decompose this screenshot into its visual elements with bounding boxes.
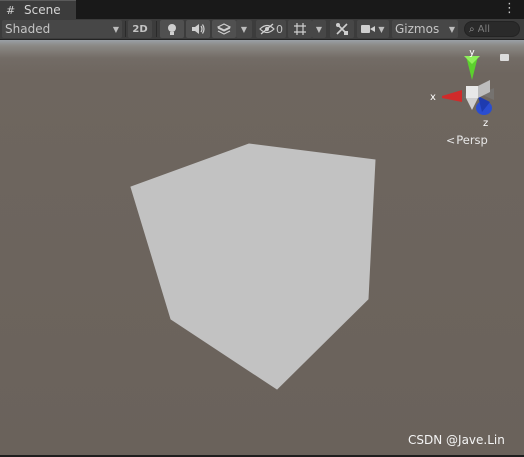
- scene-toolbar: Shaded ▼ 2D ▼ 0 ▼ ▼ Gizmos ▼ ⌕ All: [0, 19, 524, 40]
- gizmo-center-cube[interactable]: [466, 86, 478, 98]
- axis-z-label: z: [483, 118, 488, 129]
- tab-bar: # Scene ⋮: [0, 0, 524, 19]
- audio-toggle-button[interactable]: [186, 20, 210, 38]
- chevron-down-icon: ▼: [315, 24, 323, 34]
- toolbar-divider: [156, 21, 157, 37]
- chevron-down-icon: ▼: [240, 24, 248, 34]
- watermark-text: CSDN @Jave.Lin: [408, 433, 505, 447]
- toggle-2d-button[interactable]: 2D: [128, 20, 152, 38]
- more-options-icon[interactable]: ⋮: [503, 1, 516, 17]
- tools-icon: [336, 23, 348, 35]
- camera-icon: [361, 25, 376, 33]
- effects-dropdown-button[interactable]: ▼: [236, 20, 252, 38]
- chevron-down-icon: ▼: [448, 24, 455, 34]
- effects-toggle-button[interactable]: [212, 20, 236, 38]
- cube-shape: [130, 143, 376, 390]
- search-input[interactable]: [474, 23, 510, 35]
- grid-icon: #: [6, 3, 16, 17]
- light-bulb-icon: [168, 23, 176, 35]
- camera-settings-button[interactable]: ▼: [357, 20, 389, 38]
- chevron-down-icon: ▼: [378, 24, 385, 34]
- gizmos-dropdown[interactable]: Gizmos ▼: [392, 20, 458, 38]
- scene-viewport[interactable]: y x z <Persp CSDN @Jave.Lin: [0, 40, 524, 457]
- lock-icon[interactable]: [500, 54, 509, 61]
- gizmos-label: Gizmos: [395, 22, 440, 36]
- draw-mode-label: Shaded: [5, 22, 51, 36]
- scene-window: # Scene ⋮ Shaded ▼ 2D ▼ 0 ▼ ▼ Gizmos ▼ ⌕…: [0, 0, 524, 457]
- chevron-down-icon: ▼: [112, 24, 119, 34]
- speaker-icon: [192, 24, 205, 34]
- component-tools-button[interactable]: [330, 20, 354, 38]
- orientation-gizmo[interactable]: y x z: [420, 50, 520, 130]
- grid-toggle-button[interactable]: [288, 20, 312, 38]
- lighting-toggle-button[interactable]: [160, 20, 184, 38]
- effects-layers-icon: [217, 22, 231, 35]
- toolbar-divider: [125, 21, 126, 37]
- tab-scene[interactable]: # Scene: [0, 0, 76, 19]
- projection-toggle[interactable]: <Persp: [446, 133, 488, 147]
- projection-label: Persp: [456, 133, 488, 147]
- search-field[interactable]: ⌕: [464, 21, 520, 37]
- perspective-icon: <: [446, 134, 456, 147]
- draw-mode-dropdown[interactable]: Shaded ▼: [2, 20, 122, 38]
- scene-visibility-button[interactable]: 0: [256, 20, 286, 38]
- grid-dropdown-button[interactable]: ▼: [312, 20, 326, 38]
- tab-scene-label: Scene: [24, 3, 61, 17]
- hidden-eye-icon: [259, 23, 275, 35]
- axis-x-cone[interactable]: [442, 90, 462, 102]
- axis-x-label: x: [430, 92, 436, 103]
- hidden-object-count: 0: [276, 22, 283, 36]
- axis-y-label: y: [469, 50, 475, 58]
- grid-icon: [294, 23, 306, 35]
